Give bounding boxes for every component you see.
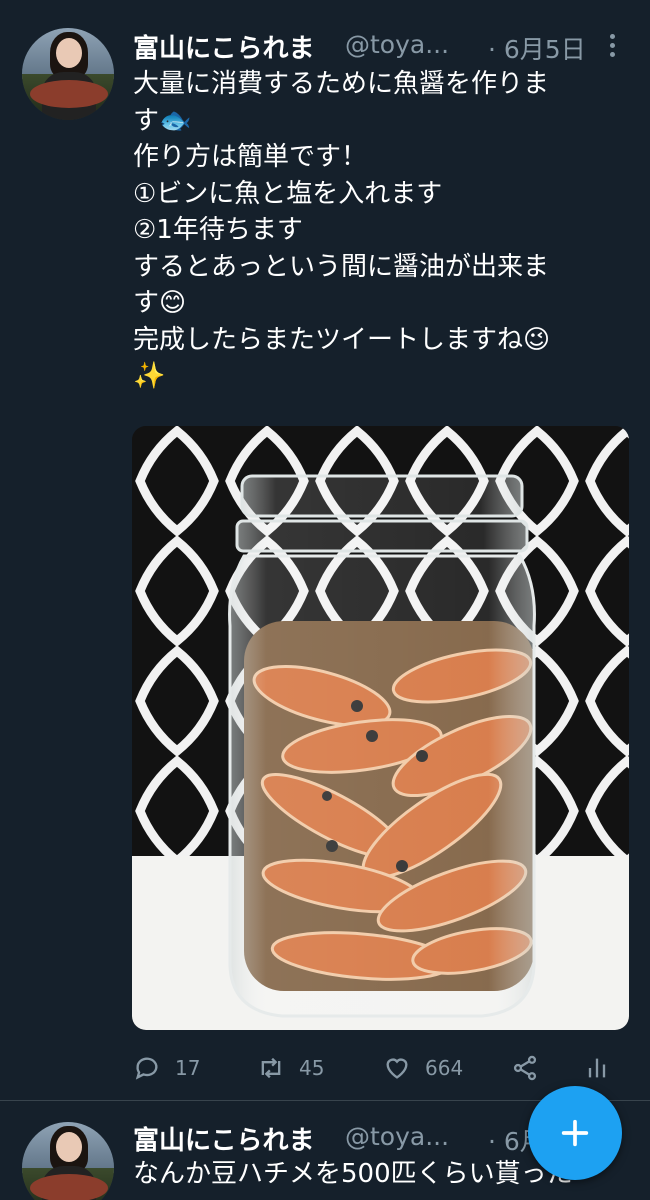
- tweet-text-line: 大量に消費するために魚醤を作りま: [133, 69, 550, 99]
- tweet-text-line: す😊: [133, 288, 187, 318]
- user-handle[interactable]: @toya...: [345, 1122, 449, 1151]
- tweet-text-line: するとあっという間に醤油が出来ま: [133, 251, 550, 282]
- tweet-text-line: す🐟: [133, 105, 192, 136]
- tweet-text-line: ②1年待ちます: [133, 215, 303, 245]
- tweet-text-line: ①ビンに魚と塩を入れます: [133, 178, 443, 209]
- retweet-count: 45: [299, 1056, 325, 1080]
- share-button[interactable]: [511, 1048, 553, 1088]
- user-name[interactable]: 富山にこられま: [133, 28, 314, 65]
- retweet-icon: [261, 1057, 281, 1079]
- tweet-date[interactable]: · 6月5日: [488, 30, 586, 66]
- user-name[interactable]: 富山にこられま: [133, 1120, 314, 1157]
- tweet-text: 大量に消費するために魚醤を作りま す🐟 作り方は簡単です！ ①ビンに魚と塩を入れ…: [133, 66, 623, 395]
- tweet-text-line: 完成したらまたツイートしますね😉: [133, 324, 551, 355]
- like-button[interactable]: 664: [383, 1048, 463, 1088]
- retweet-button[interactable]: 45: [257, 1048, 324, 1088]
- tweet-actions: 17 45 664: [133, 1048, 623, 1088]
- tweet[interactable]: 富山にこられま @toya... · 6月5日 大量に消費するために魚醤を作りま…: [0, 0, 650, 1100]
- compose-tweet-button[interactable]: [528, 1086, 622, 1180]
- reply-icon: [135, 1057, 158, 1080]
- analytics-button[interactable]: [583, 1048, 625, 1088]
- tweet-text-line: 作り方は簡単です！: [133, 142, 368, 172]
- heart-icon: [386, 1058, 408, 1079]
- avatar[interactable]: [22, 28, 114, 120]
- like-count: 664: [425, 1056, 464, 1080]
- tweet-photo[interactable]: [132, 426, 629, 1030]
- avatar[interactable]: [22, 1122, 114, 1200]
- plus-icon: [561, 1119, 589, 1147]
- more-vertical-icon[interactable]: [605, 30, 619, 61]
- tweet-header: 富山にこられま @toya... · 6月5日: [133, 28, 623, 65]
- reply-count: 17: [175, 1056, 201, 1080]
- user-handle[interactable]: @toya...: [345, 30, 449, 59]
- analytics-icon: [588, 1058, 606, 1078]
- reply-button[interactable]: 17: [133, 1048, 200, 1088]
- share-icon: [513, 1055, 537, 1081]
- tweet-text-line: ✨: [133, 361, 166, 391]
